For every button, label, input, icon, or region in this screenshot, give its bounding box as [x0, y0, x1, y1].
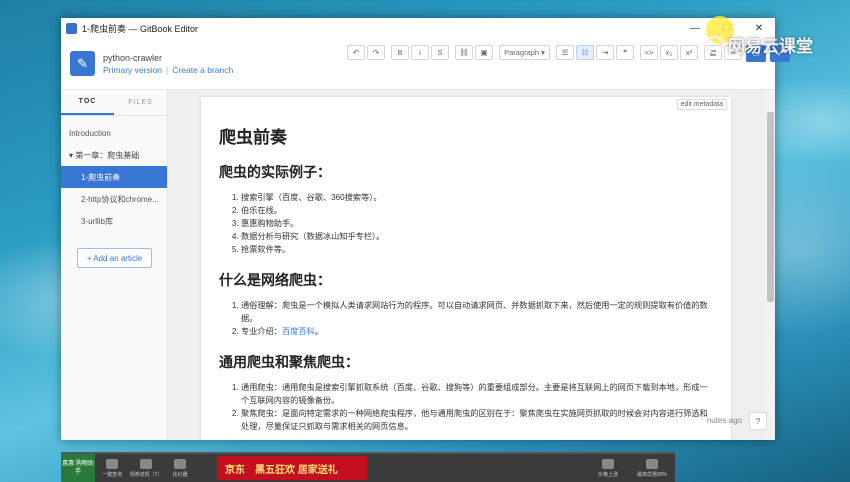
price-up-button[interactable]: 价格上涨 [591, 458, 625, 478]
section-heading-1[interactable]: 爬虫的实际例子： [219, 162, 711, 182]
definition-list: 通俗理解：爬虫是一个模拟人类请求网站行为的程序。可以自动请求网页、并数据抓取下来… [241, 299, 711, 338]
list-item[interactable]: 聚焦爬虫：是面向特定需求的一种网络爬虫程序，他与通用爬虫的区别在于：聚焦爬虫在实… [241, 407, 711, 433]
taskbar-right: 价格上涨 最高优惠89% [591, 458, 669, 478]
gitbook-editor-window: 1-爬虫前奏 — GitBook Editor — ☐ ✕ ✎ python-c… [61, 18, 790, 440]
paragraph-dropdown[interactable]: Paragraph ▾ [499, 45, 550, 60]
editor-scrollbar[interactable] [766, 90, 775, 440]
editor-area: edit metadata 爬虫前奏 爬虫的实际例子： 搜索引擎（百度、谷歌、3… [168, 90, 775, 440]
list-item[interactable]: 通俗理解：爬虫是一个模拟人类请求网站行为的程序。可以自动请求网页、并数据抓取下来… [241, 299, 711, 325]
help-button[interactable]: ? [749, 412, 767, 430]
sidebar: TOC FILES Introduction ▾ 第一章：爬虫基础 1-爬虫前奏… [61, 90, 168, 440]
redo-button[interactable]: ↷ [367, 45, 385, 60]
list-item[interactable]: 通用爬虫：通用爬虫是搜索引擎抓取系统（百度、谷歌、搜狗等）的重要组成部分。主要是… [241, 381, 711, 407]
numbered-list-button[interactable]: ☷ [576, 45, 594, 60]
app-icon [66, 22, 77, 34]
ad-brand: 京东 [225, 464, 245, 476]
image-button[interactable]: ▣ [475, 45, 493, 60]
sidebar-item-article-2[interactable]: 2-http协议和chrome... [61, 188, 167, 210]
assistant-logo[interactable]: 惠惠 购物助手 [61, 454, 95, 482]
bold-button[interactable]: B [391, 45, 409, 60]
sidebar-item-chapter-1[interactable]: ▾ 第一章：爬虫基础 [61, 144, 167, 166]
pencil-icon[interactable]: ✎ [70, 51, 95, 76]
list-item[interactable]: 抢票软件等。 [241, 243, 711, 256]
scrollbar-thumb[interactable] [767, 112, 774, 302]
baidu-baike-link[interactable]: 百度百科 [282, 327, 315, 336]
title-bar: 1-爬虫前奏 — GitBook Editor — ☐ ✕ [61, 18, 775, 38]
netease-logo-icon [706, 35, 724, 54]
sidebar-item-article-3[interactable]: 3-urllib库 [61, 210, 167, 232]
bullet-list-button[interactable]: ☰ [556, 45, 574, 60]
netease-watermark: 网易云课堂 [706, 32, 813, 57]
version-link[interactable]: Primary version [103, 65, 162, 75]
subscript-button[interactable]: x₂ [660, 45, 678, 60]
link-button[interactable]: ⛓ [455, 45, 473, 60]
sidebar-tabs: TOC FILES [61, 90, 167, 116]
document-page[interactable]: edit metadata 爬虫前奏 爬虫的实际例子： 搜索引擎（百度、谷歌、3… [201, 97, 731, 440]
list-item-suffix: 。 [314, 327, 323, 336]
ad-slogan: 黑五狂欢 居家送礼 [255, 464, 338, 476]
discount-icon [646, 458, 658, 469]
coupon-button[interactable]: 领券返现（7） [129, 458, 163, 478]
list-item[interactable]: 搜索引擎（百度、谷歌、360搜索等）。 [241, 191, 711, 204]
page-title[interactable]: 爬虫前奏 [219, 123, 711, 148]
indent-button[interactable]: ⇥ [596, 45, 614, 60]
price-icon [602, 458, 614, 469]
jd-ad-banner[interactable]: 京东 黑五狂欢 居家送礼 [217, 456, 367, 480]
book-header: ✎ python-crawler Primary version | Create … [61, 38, 790, 90]
watermark-text: 网易云课堂 [728, 37, 813, 56]
coupon-icon [140, 458, 152, 469]
shopping-assistant-bar: 惠惠 购物助手 一键查询 领券返现（7） 比价器 京东 黑五狂欢 居家送礼 价格… [61, 452, 675, 482]
undo-button[interactable]: ↶ [347, 45, 365, 60]
code-button[interactable]: <> [640, 45, 658, 60]
examples-list: 搜索引擎（百度、谷歌、360搜索等）。 伯乐在线。 惠惠购物助手。 数据分析与研… [241, 191, 711, 256]
list-item[interactable]: 惠惠购物助手。 [241, 217, 711, 230]
compare-button[interactable]: 比价器 [163, 458, 197, 478]
list-item[interactable]: 伯乐在线。 [241, 204, 711, 217]
query-button[interactable]: 一键查询 [95, 458, 129, 478]
sidebar-item-introduction[interactable]: Introduction [61, 122, 167, 144]
italic-button[interactable]: i [411, 45, 429, 60]
strikethrough-button[interactable]: S [431, 45, 449, 60]
window-title: 1-爬虫前奏 — GitBook Editor [82, 23, 199, 34]
list-item-text: 专业介绍： [241, 327, 282, 336]
book-info: python-crawler Primary version | Create a … [103, 52, 233, 76]
search-icon [106, 458, 118, 469]
discount-button[interactable]: 最高优惠89% [635, 458, 669, 478]
section-heading-2[interactable]: 什么是网络爬虫： [219, 270, 711, 290]
superscript-button[interactable]: x² [680, 45, 698, 60]
saved-status: nutes ago [706, 416, 742, 425]
sidebar-item-article-1[interactable]: 1-爬虫前奏 [61, 166, 167, 188]
compare-icon [174, 458, 186, 469]
book-name: python-crawler [103, 52, 163, 63]
tab-toc[interactable]: TOC [61, 90, 114, 115]
edit-metadata-button[interactable]: edit metadata [676, 99, 727, 110]
crawler-types-list: 通用爬虫：通用爬虫是搜索引擎抓取系统（百度、谷歌、搜狗等）的重要组成部分。主要是… [241, 381, 711, 433]
section-heading-3[interactable]: 通用爬虫和聚焦爬虫： [219, 352, 711, 372]
book-links: Primary version | Create a branch [103, 64, 234, 75]
create-branch-link[interactable]: Create a branch [172, 65, 233, 75]
list-item[interactable]: 数据分析与研究（数据冰山知乎专栏）。 [241, 230, 711, 243]
tab-files[interactable]: FILES [114, 90, 167, 115]
quote-button[interactable]: ❝ [616, 45, 634, 60]
list-item[interactable]: 专业介绍：百度百科。 [241, 325, 711, 338]
add-article-button[interactable]: + Add an article [77, 248, 152, 268]
